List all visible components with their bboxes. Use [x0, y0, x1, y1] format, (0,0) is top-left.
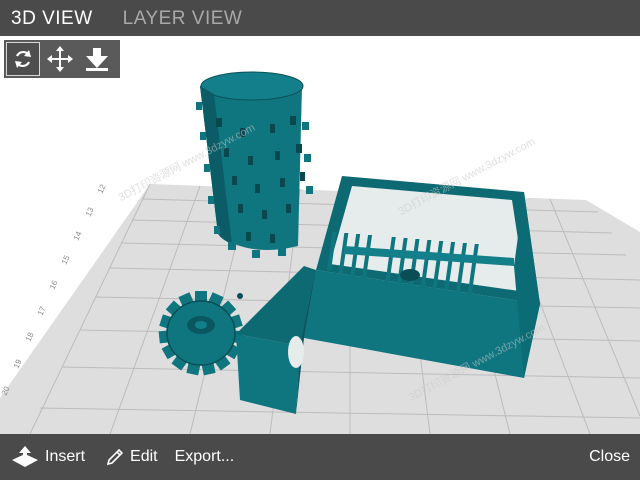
rotate-button[interactable] [6, 42, 40, 76]
insert-icon [10, 444, 40, 470]
edit-label: Edit [130, 448, 158, 465]
drop-to-bed-icon [86, 48, 108, 71]
3d-viewport[interactable]: 20 19 18 17 16 15 14 13 12 3D打印资源网 www.3… [0, 36, 640, 434]
insert-button[interactable]: Insert [10, 434, 85, 480]
bottom-bar: Insert Edit Export... Close [0, 434, 640, 480]
insert-label: Insert [45, 448, 86, 465]
ruler-label: 17 [36, 304, 48, 316]
rotate-icon [15, 50, 31, 68]
pencil-icon [105, 447, 125, 467]
tab-3d-view[interactable]: 3D VIEW [0, 0, 104, 36]
scene-canvas[interactable]: 20 19 18 17 16 15 14 13 12 [0, 36, 640, 434]
move-icon [47, 46, 73, 72]
tab-layer-view[interactable]: LAYER VIEW [112, 0, 254, 36]
ruler-label: 13 [84, 205, 96, 217]
drop-to-bed-button[interactable] [80, 42, 114, 76]
transform-toolbar [4, 40, 120, 78]
close-button[interactable]: Close [589, 434, 630, 480]
ruler-label: 12 [96, 182, 108, 194]
ruler-label: 16 [48, 278, 60, 290]
export-button[interactable]: Export... [175, 434, 235, 480]
ruler-label: 14 [72, 229, 84, 241]
move-button[interactable] [43, 42, 77, 76]
ruler-label: 15 [60, 253, 72, 265]
edit-button[interactable]: Edit [105, 434, 158, 480]
top-bar: 3D VIEW LAYER VIEW [0, 0, 640, 36]
export-label: Export... [174, 448, 235, 465]
close-label: Close [589, 448, 630, 465]
ruler-label: 18 [24, 330, 36, 342]
